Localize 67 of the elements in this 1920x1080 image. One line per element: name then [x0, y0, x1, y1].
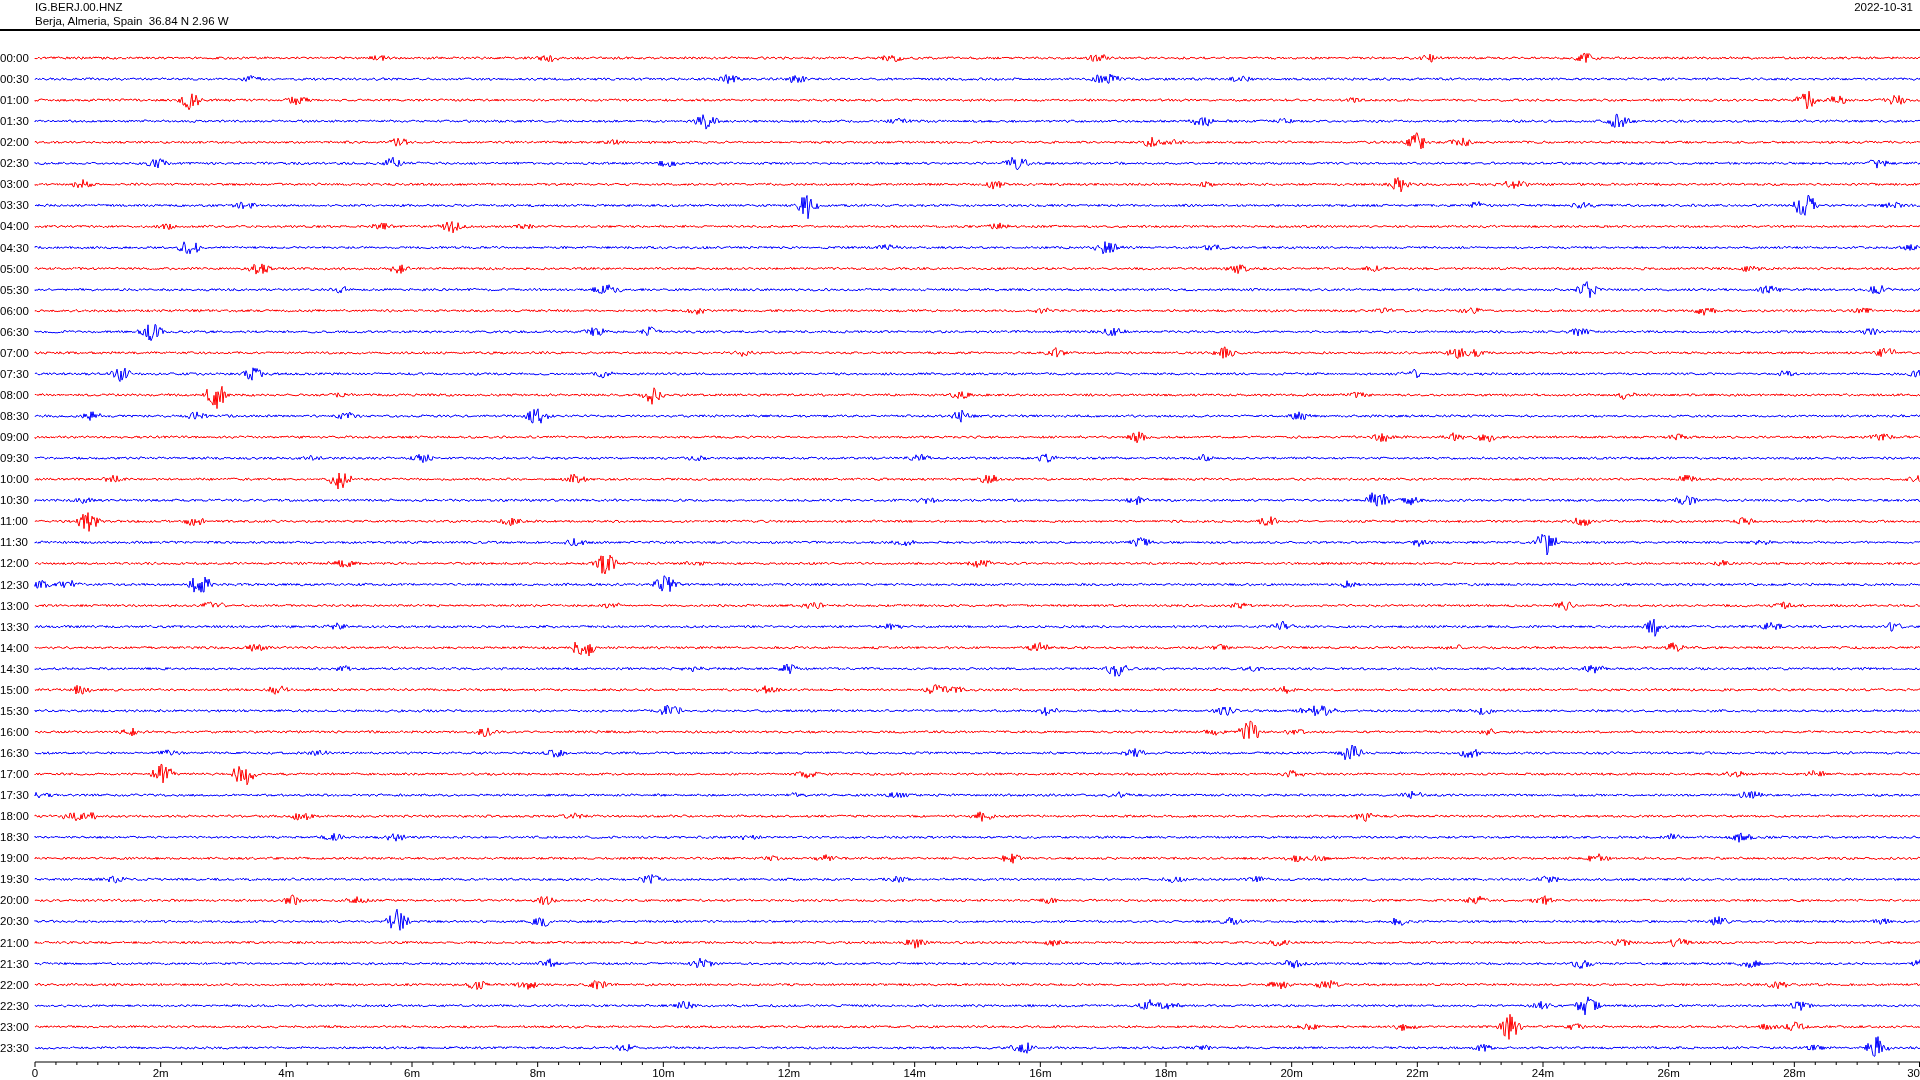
time-label: 23:00	[0, 1020, 29, 1033]
time-label: 15:30	[0, 704, 29, 717]
time-label: 01:30	[0, 115, 29, 128]
time-label: 03:30	[0, 199, 29, 212]
time-label: 00:00	[0, 52, 29, 64]
time-label: 05:30	[0, 283, 29, 296]
time-label: 08:30	[0, 410, 29, 422]
time-label: 09:30	[0, 452, 29, 465]
time-label: 22:30	[0, 999, 29, 1012]
time-label: 20:00	[0, 894, 29, 907]
time-label: 14:30	[0, 662, 29, 675]
axis-tick-label: 4m	[278, 1067, 295, 1078]
time-label: 19:30	[0, 873, 29, 886]
time-label: 06:30	[0, 325, 29, 338]
time-label: 17:30	[0, 789, 29, 802]
time-label: 14:00	[0, 641, 29, 654]
time-label: 04:30	[0, 241, 29, 254]
time-label: 16:30	[0, 747, 29, 759]
axis-tick-label: 2m	[152, 1067, 169, 1078]
time-label: 02:30	[0, 157, 29, 170]
time-label: 22:00	[0, 978, 29, 991]
axis-tick-label: 6m	[404, 1067, 420, 1078]
time-label: 15:00	[0, 683, 29, 696]
axis-tick-label: 14m	[903, 1067, 926, 1078]
axis-tick-label: 20m	[1280, 1067, 1303, 1078]
time-label: 04:00	[0, 220, 29, 233]
time-label: 10:30	[0, 494, 29, 507]
time-label: 00:30	[0, 73, 29, 86]
time-label: 21:30	[0, 957, 29, 970]
axis-tick-label: 30	[1907, 1067, 1920, 1078]
time-label: 10:00	[0, 473, 29, 486]
time-label: 07:30	[0, 367, 29, 380]
axis-tick-label: 10m	[652, 1067, 675, 1078]
time-label: 03:00	[0, 178, 29, 191]
axis-tick-label: 16m	[1029, 1067, 1052, 1078]
time-label: 20:30	[0, 915, 29, 928]
date-label: 2022-10-31	[1854, 1, 1913, 13]
axis-tick-label: 0	[31, 1067, 39, 1078]
time-label: 12:30	[0, 578, 29, 591]
time-label: 13:30	[0, 620, 29, 633]
time-label: 17:00	[0, 768, 29, 781]
axis-tick-label: 28m	[1783, 1067, 1806, 1078]
time-label: 01:00	[0, 94, 29, 107]
axis-tick-label: 8m	[529, 1067, 546, 1078]
time-label: 18:30	[0, 831, 29, 844]
axis-tick-label: 26m	[1657, 1067, 1680, 1078]
station-code: IG.BERJ.00.HNZ	[35, 0, 124, 14]
time-label: 16:00	[0, 725, 29, 738]
axis-tick-label: 24m	[1531, 1067, 1555, 1078]
time-label: 11:00	[0, 515, 28, 528]
time-label: 18:00	[0, 810, 29, 823]
axis-tick-label: 12m	[777, 1067, 801, 1078]
time-label: 06:00	[0, 304, 29, 317]
axis-tick-label: 22m	[1406, 1067, 1429, 1078]
station-location: Berja, Almeria, Spain 36.84 N 2.96 W	[35, 14, 229, 28]
time-label: 19:00	[0, 852, 29, 865]
time-label: 08:00	[0, 388, 29, 401]
time-label: 12:00	[0, 557, 29, 570]
time-label: 09:00	[0, 431, 29, 444]
time-label: 05:00	[0, 262, 29, 275]
axis-tick-label: 18m	[1154, 1067, 1178, 1078]
time-label: 07:00	[0, 346, 29, 359]
time-label: 23:30	[0, 1041, 29, 1054]
time-label: 02:00	[0, 136, 29, 149]
time-label: 21:00	[0, 936, 29, 949]
time-label: 13:00	[0, 599, 29, 612]
time-label: 11:30	[0, 536, 28, 549]
